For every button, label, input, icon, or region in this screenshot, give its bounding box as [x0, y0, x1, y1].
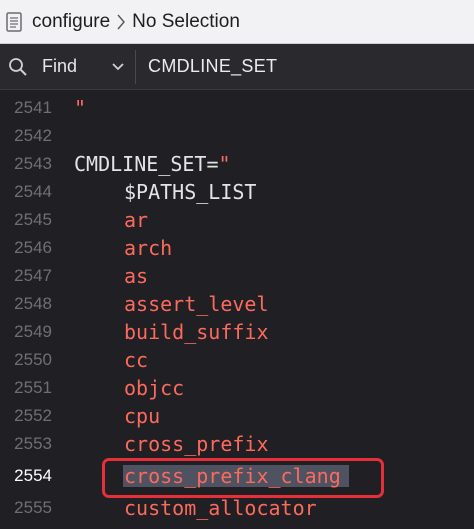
find-divider — [135, 49, 137, 84]
line-number: 2553 — [14, 434, 52, 453]
code-line: 2553 cross_prefix — [0, 430, 474, 458]
document-icon[interactable] — [6, 11, 22, 32]
chevron-down-icon[interactable] — [111, 62, 125, 72]
code-text: cc — [124, 348, 149, 372]
code-text: as — [124, 264, 149, 288]
code-line: 2544 $PATHS_LIST — [0, 178, 474, 206]
code-line: 2548 assert_level — [0, 290, 474, 318]
line-number: 2555 — [14, 498, 52, 517]
code-text: CMDLINE_SET=" — [74, 150, 231, 178]
code-line: 2552 cpu — [0, 402, 474, 430]
code-text: build_suffix — [124, 320, 269, 344]
search-input[interactable]: CMDLINE_SET — [148, 56, 277, 77]
line-number: 2551 — [14, 378, 52, 397]
breadcrumb-file[interactable]: configure — [32, 11, 110, 33]
line-number: 2547 — [14, 266, 52, 285]
code-line: 2543 CMDLINE_SET=" — [0, 150, 474, 178]
find-bar: Find CMDLINE_SET — [0, 44, 474, 90]
line-number: 2549 — [14, 322, 52, 341]
breadcrumb: configure No Selection — [0, 0, 474, 44]
line-number: 2545 — [14, 210, 52, 229]
code-line: 2542 — [0, 122, 474, 150]
annotation-highlight-box — [102, 458, 384, 498]
code-line: 2545 ar — [0, 206, 474, 234]
code-text: ar — [124, 208, 149, 232]
code-string-quote: " — [218, 152, 231, 176]
code-line: 2555 custom_allocator — [0, 494, 474, 522]
line-number: 2544 — [14, 182, 52, 201]
line-number: 2550 — [14, 350, 52, 369]
line-number-current: 2554 — [14, 466, 52, 485]
code-text: arch — [124, 236, 173, 260]
code-text: cpu — [124, 404, 161, 428]
line-number: 2548 — [14, 294, 52, 313]
line-number: 2541 — [14, 98, 52, 117]
code-line: 2551 objcc — [0, 374, 474, 402]
line-number: 2546 — [14, 238, 52, 257]
line-number: 2542 — [14, 126, 52, 145]
code-line: 2549 build_suffix — [0, 318, 474, 346]
search-icon — [9, 57, 27, 76]
code-text: cross_prefix — [124, 432, 269, 456]
code-text: objcc — [124, 376, 185, 400]
code-identifier: CMDLINE_SET= — [74, 152, 219, 176]
code-text: $PATHS_LIST — [124, 180, 257, 204]
line-number: 2552 — [14, 406, 52, 425]
find-mode-select[interactable]: Find — [42, 56, 77, 77]
chevron-right-icon — [117, 14, 126, 29]
breadcrumb-selection[interactable]: No Selection — [132, 11, 240, 33]
code-editor[interactable]: 2541 " 2542 2543 CMDLINE_SET=" 2544 $PAT… — [0, 90, 474, 529]
code-line: 2550 cc — [0, 346, 474, 374]
code-text: " — [74, 96, 87, 120]
line-number: 2543 — [14, 154, 52, 173]
code-text: assert_level — [124, 292, 269, 316]
code-text: custom_allocator — [124, 496, 317, 520]
code-line: 2546 arch — [0, 234, 474, 262]
code-line: 2541 " — [0, 94, 474, 122]
code-line: 2547 as — [0, 262, 474, 290]
